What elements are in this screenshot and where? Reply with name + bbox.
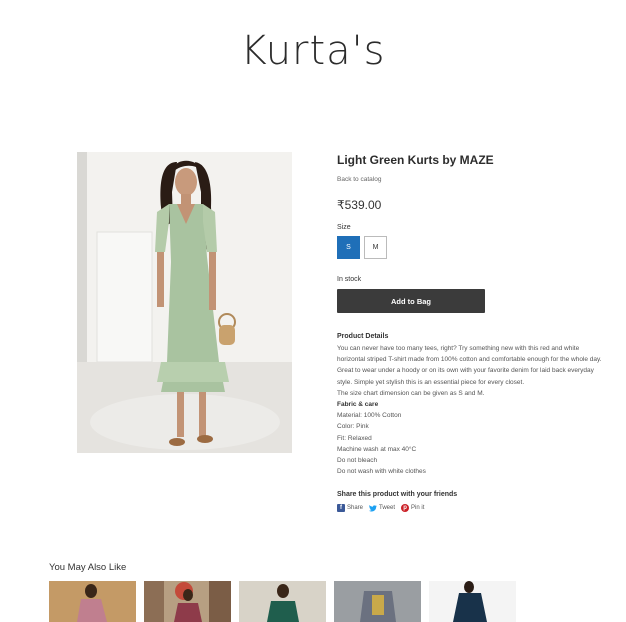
stock-status: In stock [337, 276, 362, 283]
twitter-share-button[interactable]: Tweet [369, 504, 395, 512]
related-product-thumbnail[interactable] [334, 581, 421, 622]
material-text: Material: 100% Cotton [337, 412, 402, 420]
product-details: You can never have too many tees, right?… [337, 343, 607, 477]
size-option-m[interactable]: M [364, 236, 387, 259]
product-photo-illustration [77, 152, 292, 453]
care-text-bleach: Do not bleach [337, 457, 378, 465]
facebook-icon: f [337, 504, 345, 513]
related-product-thumbnail[interactable] [144, 581, 231, 622]
product-image[interactable] [77, 152, 292, 453]
size-selector: S M [337, 236, 607, 259]
description-text: You can never have too many tees, right?… [337, 345, 602, 386]
facebook-share-label: Share [347, 505, 364, 512]
product-title: Light Green Kurts by MAZE [337, 153, 494, 167]
related-product-thumbnail[interactable] [49, 581, 136, 622]
care-text-wash: Machine wash at max 40°C [337, 445, 417, 453]
pinterest-share-button[interactable]: p Pin it [401, 504, 425, 513]
pinterest-share-label: Pin it [411, 505, 425, 512]
twitter-share-label: Tweet [379, 505, 396, 512]
product-details-heading: Product Details [337, 333, 389, 340]
related-products [49, 581, 516, 622]
color-text: Color: Pink [337, 423, 369, 431]
share-heading: Share this product with your friends [337, 491, 458, 499]
site-title: Kurta's [240, 28, 386, 74]
related-product-thumbnail[interactable] [429, 581, 516, 622]
fabric-care-heading: Fabric & care [337, 401, 379, 409]
facebook-share-button[interactable]: f Share [337, 504, 364, 513]
size-label: Size [337, 224, 351, 231]
back-to-catalog-link[interactable]: Back to catalog [337, 176, 381, 183]
twitter-icon [369, 504, 378, 512]
product-info: Light Green Kurts by MAZE Back to catalo… [337, 152, 607, 513]
add-to-bag-button[interactable]: Add to Bag [337, 289, 485, 313]
product-price: ₹539.00 [337, 198, 382, 212]
pinterest-icon: p [401, 504, 410, 513]
fit-text: Fit: Relaxed [337, 434, 372, 442]
size-chart-note: The size chart dimension can be given as… [337, 389, 485, 397]
care-text-white: Do not wash with white clothes [337, 468, 426, 476]
related-heading: You May Also Like [49, 562, 127, 573]
related-product-thumbnail[interactable] [239, 581, 326, 622]
share-buttons: f Share Tweet p Pin it [337, 504, 607, 513]
size-option-s[interactable]: S [337, 236, 360, 259]
